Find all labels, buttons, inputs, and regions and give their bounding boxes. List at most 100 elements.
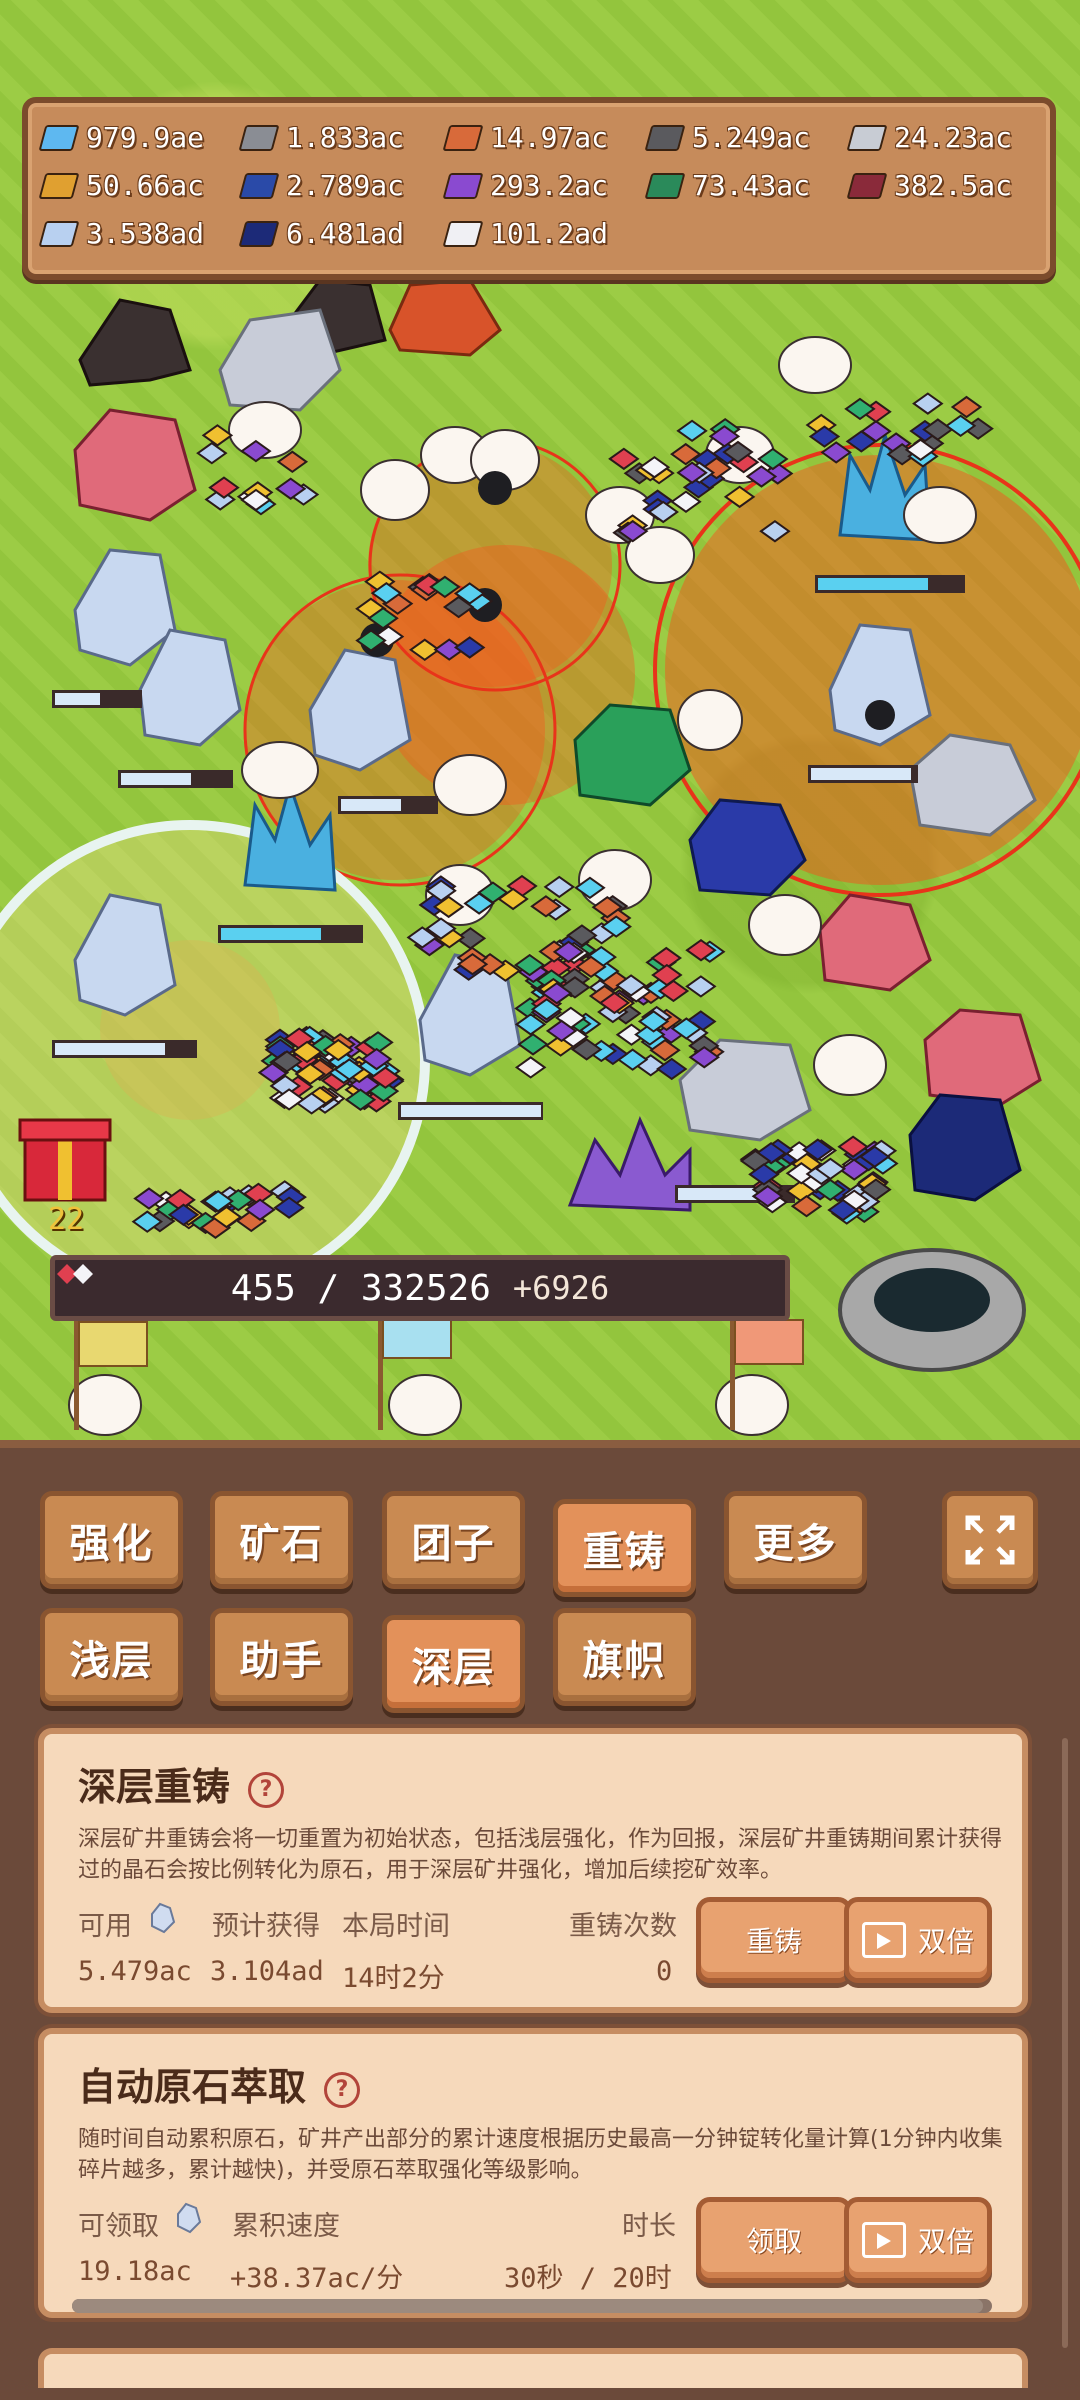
- crystal-bar-icon: [38, 220, 80, 247]
- claim-double-button[interactable]: 双倍: [844, 2197, 992, 2283]
- duration-value: 30秒 / 20时: [504, 2263, 672, 2294]
- claim-button[interactable]: 领取: [696, 2197, 852, 2283]
- ruby-bar-icon: [846, 172, 888, 199]
- lapis-bar-icon: [238, 220, 280, 247]
- resource-value: 382.5ac: [894, 169, 1013, 202]
- deep-reforge-title: 深层重铸: [78, 1765, 231, 1809]
- available-label: 可用: [78, 1911, 132, 1942]
- fullscreen-button[interactable]: [942, 1491, 1038, 1589]
- gold-bar-icon: [38, 172, 80, 199]
- claim-button-label: 领取: [745, 2225, 802, 2258]
- resource-7: 2.789ac: [238, 169, 405, 202]
- rate-value: +38.37ac/分: [230, 2263, 404, 2294]
- auto-extract-description: 随时间自动累积原石，矿井产出部分的累计速度根据历史最高一分钟锭转化量计算(1分钟…: [78, 2127, 1003, 2183]
- ore-fragment[interactable]: [723, 485, 756, 509]
- expand-icon: [965, 1515, 1015, 1565]
- ore-fragment[interactable]: [676, 419, 708, 443]
- ore-fragment[interactable]: [759, 519, 791, 543]
- game-field[interactable]: 979.9ae 1.833ac 14.97ac 5.249ac 24.23ac 50.66…: [0, 0, 1080, 1440]
- rate-label: 累积速度: [232, 2211, 340, 2242]
- ore-fragment[interactable]: [950, 395, 983, 419]
- copper-bar-icon: [442, 124, 484, 151]
- coal-bar-icon: [644, 124, 686, 151]
- resource-12: 6.481ad: [238, 217, 405, 250]
- resource-value: 979.9ae: [86, 121, 205, 154]
- resource-value: 73.43ac: [692, 169, 811, 202]
- counter-text: 455 / 332526: [230, 1267, 491, 1309]
- expected-label: 预计获得: [212, 1911, 320, 1942]
- reforge-button[interactable]: 重铸: [696, 1897, 852, 1983]
- double-button-label: 双倍: [917, 1925, 974, 1958]
- help-icon[interactable]: ?: [248, 1771, 285, 1808]
- ore-fragment[interactable]: [685, 975, 717, 998]
- tab-shallow[interactable]: 浅层: [40, 1608, 183, 1706]
- ore-fragment[interactable]: [912, 392, 944, 415]
- ore-fragment[interactable]: [517, 1033, 549, 1056]
- resource-11: 3.538ad: [38, 217, 205, 250]
- resource-value: 1.833ac: [286, 121, 405, 154]
- ore-fragment[interactable]: [201, 424, 234, 447]
- resource-2: 1.833ac: [238, 121, 405, 154]
- resource-3: 14.97ac: [442, 121, 609, 154]
- double-button-label: 双倍: [917, 2225, 974, 2258]
- tab-more[interactable]: 更多: [724, 1491, 867, 1589]
- resource-value: 3.538ad: [86, 217, 205, 250]
- reforge-count-label: 重铸次数: [569, 1911, 677, 1942]
- control-panel: 强化 矿石 团子 重铸 更多 浅层 助手 深层 旗帜 深层重铸? 深层矿井重铸会…: [0, 1440, 1080, 2400]
- resource-1: 979.9ae: [38, 121, 205, 154]
- resource-9: 73.43ac: [644, 169, 811, 202]
- deep-reforge-description: 深层矿井重铸会将一切重置为初始状态，包括浅层强化，作为回报，深层矿井重铸期间累计…: [78, 1827, 1003, 1883]
- expected-value: 3.104ad: [210, 1956, 324, 1987]
- tab-assistant[interactable]: 助手: [210, 1608, 353, 1706]
- ore-fragment[interactable]: [656, 1057, 688, 1081]
- resource-value: 14.97ac: [490, 121, 609, 154]
- ore-fragment[interactable]: [790, 1194, 823, 1218]
- reforge-double-button[interactable]: 双倍: [844, 1897, 992, 1983]
- fragments-icon: [57, 1264, 93, 1284]
- time-value: 14时2分: [342, 1963, 445, 1994]
- claimable-value: 19.18ac: [78, 2256, 192, 2287]
- resource-value: 24.23ac: [894, 121, 1013, 154]
- resource-value: 6.481ad: [286, 217, 405, 250]
- duration-label: 时长: [622, 2211, 676, 2242]
- card-title: 自动原石萃取?: [78, 2056, 361, 2111]
- help-icon[interactable]: ?: [324, 2071, 361, 2108]
- ore-fragment[interactable]: [543, 875, 575, 899]
- tab-enhance[interactable]: 强化: [40, 1491, 183, 1589]
- resource-panel: 979.9ae 1.833ac 14.97ac 5.249ac 24.23ac 50.66…: [22, 97, 1056, 280]
- ore-fragment[interactable]: [276, 450, 309, 473]
- ore-fragment[interactable]: [574, 876, 606, 900]
- ore-fragment[interactable]: [453, 636, 486, 659]
- reforge-button-label: 重铸: [745, 1925, 802, 1958]
- resource-value: 5.249ac: [692, 121, 811, 154]
- silver-bar-icon: [846, 124, 888, 151]
- ore-fragment[interactable]: [196, 441, 228, 465]
- claimable-label: 可领取: [78, 2211, 159, 2242]
- resource-5: 24.23ac: [846, 121, 1013, 154]
- tab-flags[interactable]: 旗帜: [553, 1608, 696, 1706]
- available-value: 5.479ac: [78, 1956, 192, 1987]
- tab-reforge[interactable]: 重铸: [553, 1499, 696, 1597]
- resource-4: 5.249ac: [644, 121, 811, 154]
- white-bar-icon: [442, 220, 484, 247]
- card-title: 深层重铸?: [78, 1756, 285, 1811]
- resource-6: 50.66ac: [38, 169, 204, 202]
- crystal-icon: [177, 2202, 202, 2234]
- ore-fragment[interactable]: [608, 447, 640, 471]
- gift-count: 22: [48, 1202, 85, 1237]
- scrollbar[interactable]: [1062, 1738, 1068, 2348]
- next-card-peek: [38, 2348, 1028, 2388]
- tab-deep[interactable]: 深层: [382, 1615, 525, 1713]
- ore-fragment[interactable]: [240, 439, 272, 463]
- auto-extract-card: 自动原石萃取? 随时间自动累积原石，矿井产出部分的累计速度根据历史最高一分钟锭转…: [38, 2028, 1028, 2318]
- ore-fragment[interactable]: [514, 1056, 547, 1079]
- video-ad-icon: [861, 1922, 906, 1958]
- sapphire-bar-icon: [238, 172, 280, 199]
- resource-value: 2.789ac: [286, 169, 405, 202]
- counter-delta: +6926: [512, 1269, 610, 1307]
- resource-8: 293.2ac: [442, 169, 608, 202]
- tab-ore[interactable]: 矿石: [210, 1491, 353, 1589]
- tab-dango[interactable]: 团子: [382, 1491, 525, 1589]
- video-ad-icon: [861, 2222, 906, 2258]
- crystal-icon: [151, 1902, 176, 1934]
